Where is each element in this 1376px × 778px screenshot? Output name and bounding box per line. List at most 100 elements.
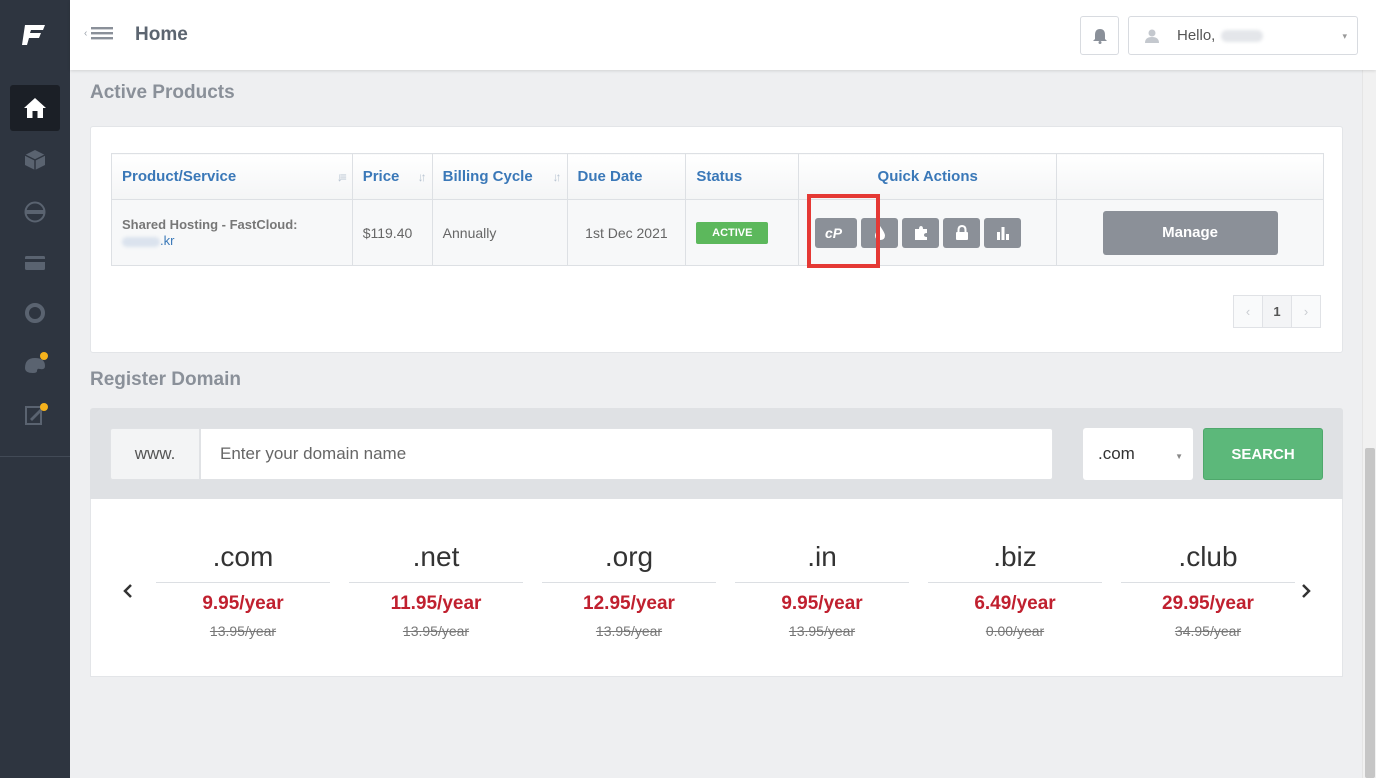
chevron-right-icon xyxy=(1302,584,1311,598)
sort-icon: ↓≡ xyxy=(336,170,347,184)
bell-icon xyxy=(1092,28,1107,44)
domain-search-input[interactable] xyxy=(200,428,1053,480)
pagination: ‹ 1 › xyxy=(1233,295,1321,328)
addons-button[interactable] xyxy=(902,217,940,248)
droplet-icon xyxy=(874,225,885,240)
table-row[interactable]: Shared Hosting - FastCloud: .kr $119.40 … xyxy=(111,193,1324,268)
col-product-service[interactable]: Product/Service ↓≡ xyxy=(111,153,353,200)
tld-pricing-carousel: .com 9.95/year 13.95/year .net 11.95/yea… xyxy=(90,499,1343,677)
wordpress-toolkit-button[interactable] xyxy=(861,217,899,248)
stats-button[interactable] xyxy=(984,217,1022,248)
sort-icon: ↓↑ xyxy=(552,170,562,184)
domain-search-button[interactable]: SEARCH xyxy=(1203,428,1323,480)
pagination-prev[interactable]: ‹ xyxy=(1233,295,1263,328)
new-badge-icon xyxy=(40,403,48,411)
sidebar-item-services[interactable] xyxy=(10,137,60,183)
col-price[interactable]: Price ↓↑ xyxy=(351,153,433,200)
pagination-page-1[interactable]: 1 xyxy=(1262,295,1292,328)
user-menu-button[interactable]: Hello, ▾ xyxy=(1128,16,1358,55)
bar-chart-icon xyxy=(996,226,1009,240)
billing-cycle-cell: Annually xyxy=(431,199,568,266)
cpanel-login-button[interactable]: cP xyxy=(815,217,858,248)
tld-card-org[interactable]: .org 12.95/year 13.95/year xyxy=(542,537,716,639)
tld-card-com[interactable]: .com 9.95/year 13.95/year xyxy=(156,537,330,639)
col-quick-actions: Quick Actions xyxy=(798,153,1058,200)
active-products-panel: Product/Service ↓≡ Price ↓↑ Billing Cycle ↓… xyxy=(90,126,1343,353)
pagination-next[interactable]: › xyxy=(1291,295,1321,328)
page-scrollbar[interactable] xyxy=(1362,0,1376,778)
table-header-row: Product/Service ↓≡ Price ↓↑ Billing Cycle ↓… xyxy=(111,153,1324,200)
scrollbar-thumb[interactable] xyxy=(1365,448,1375,778)
register-domain-title: Register Domain xyxy=(90,369,241,390)
carousel-next-button[interactable] xyxy=(1301,579,1311,605)
tld-card-in[interactable]: .in 9.95/year 13.95/year xyxy=(735,537,909,639)
tld-price: 11.95/year xyxy=(390,593,482,614)
chevron-left-icon: ‹ xyxy=(84,27,88,39)
cpanel-icon: cP xyxy=(825,226,843,240)
sidebar-item-home[interactable] xyxy=(10,85,60,131)
sidebar-item-billing[interactable] xyxy=(10,240,60,286)
page-title: Home xyxy=(135,24,188,45)
ssl-button[interactable] xyxy=(943,217,981,248)
tld-price: 9.95/year xyxy=(202,593,284,614)
puzzle-icon xyxy=(914,225,927,240)
chevron-down-icon: ▼ xyxy=(1175,452,1183,461)
brand-logo-icon xyxy=(22,25,45,45)
credit-card-icon xyxy=(25,256,45,270)
status-cell: ACTIVE xyxy=(685,199,800,266)
sidebar-item-support[interactable] xyxy=(10,290,60,336)
manage-cell: Manage xyxy=(1056,199,1324,266)
home-icon xyxy=(24,98,46,118)
tld-select[interactable]: .com ▼ xyxy=(1083,428,1193,480)
user-icon xyxy=(1145,29,1159,43)
domain-search-bar: www. .com ▼ SEARCH xyxy=(90,408,1343,499)
active-products-title: Active Products xyxy=(90,82,235,103)
tld-name: .biz xyxy=(928,537,1102,583)
product-domain-link[interactable]: .kr xyxy=(122,233,342,248)
top-header: ‹ Home Hello, ▾ xyxy=(70,0,1376,70)
hamburger-icon xyxy=(91,27,114,40)
col-manage xyxy=(1056,153,1324,200)
tld-old-price: 13.95/year xyxy=(209,623,277,639)
sort-icon: ↓↑ xyxy=(417,170,427,184)
due-date-cell: 1st Dec 2021 xyxy=(566,199,687,266)
tld-old-price: 13.95/year xyxy=(402,623,470,639)
sidebar-divider xyxy=(0,456,70,457)
price-cell: $119.40 xyxy=(351,199,433,266)
sidebar xyxy=(0,0,70,778)
notifications-button[interactable] xyxy=(1080,16,1119,55)
tld-card-biz[interactable]: .biz 6.49/year 0.00/year xyxy=(928,537,1102,639)
tld-old-price: 0.00/year xyxy=(985,623,1045,639)
product-name: Shared Hosting - FastCloud: xyxy=(122,217,298,232)
tld-old-price: 34.95/year xyxy=(1174,623,1242,639)
quick-actions: cP xyxy=(799,193,1056,268)
sidebar-item-domains[interactable] xyxy=(10,189,60,235)
chevron-down-icon: ▾ xyxy=(1342,31,1347,41)
www-prefix: www. xyxy=(110,428,200,480)
tld-price: 29.95/year xyxy=(1162,593,1254,614)
sidebar-item-notes[interactable] xyxy=(10,392,60,438)
tld-select-value: .com xyxy=(1098,444,1135,463)
col-status[interactable]: Status xyxy=(685,153,800,200)
lock-icon xyxy=(955,224,968,240)
tld-card-net[interactable]: .net 11.95/year 13.95/year xyxy=(349,537,523,639)
sidebar-item-marketplace[interactable] xyxy=(10,341,60,387)
logo[interactable] xyxy=(0,0,70,70)
globe-icon xyxy=(24,201,46,223)
redacted-username xyxy=(1221,29,1264,42)
tld-card-club[interactable]: .club 29.95/year 34.95/year xyxy=(1121,537,1295,639)
tld-name: .in xyxy=(735,537,909,583)
status-badge: ACTIVE xyxy=(696,221,769,244)
col-billing-cycle[interactable]: Billing Cycle ↓↑ xyxy=(431,153,568,200)
carousel-prev-button[interactable] xyxy=(123,579,133,605)
svg-text:cP: cP xyxy=(825,226,843,240)
quick-actions-cell: cP xyxy=(798,193,1058,268)
user-greeting: Hello, xyxy=(1177,27,1216,44)
tld-name: .org xyxy=(542,537,716,583)
menu-toggle-button[interactable]: ‹ xyxy=(84,25,114,41)
manage-button[interactable]: Manage xyxy=(1102,210,1278,255)
new-badge-icon xyxy=(40,352,48,360)
box-icon xyxy=(24,150,46,170)
col-due-date[interactable]: Due Date xyxy=(566,153,687,200)
chevron-left-icon xyxy=(123,584,132,598)
